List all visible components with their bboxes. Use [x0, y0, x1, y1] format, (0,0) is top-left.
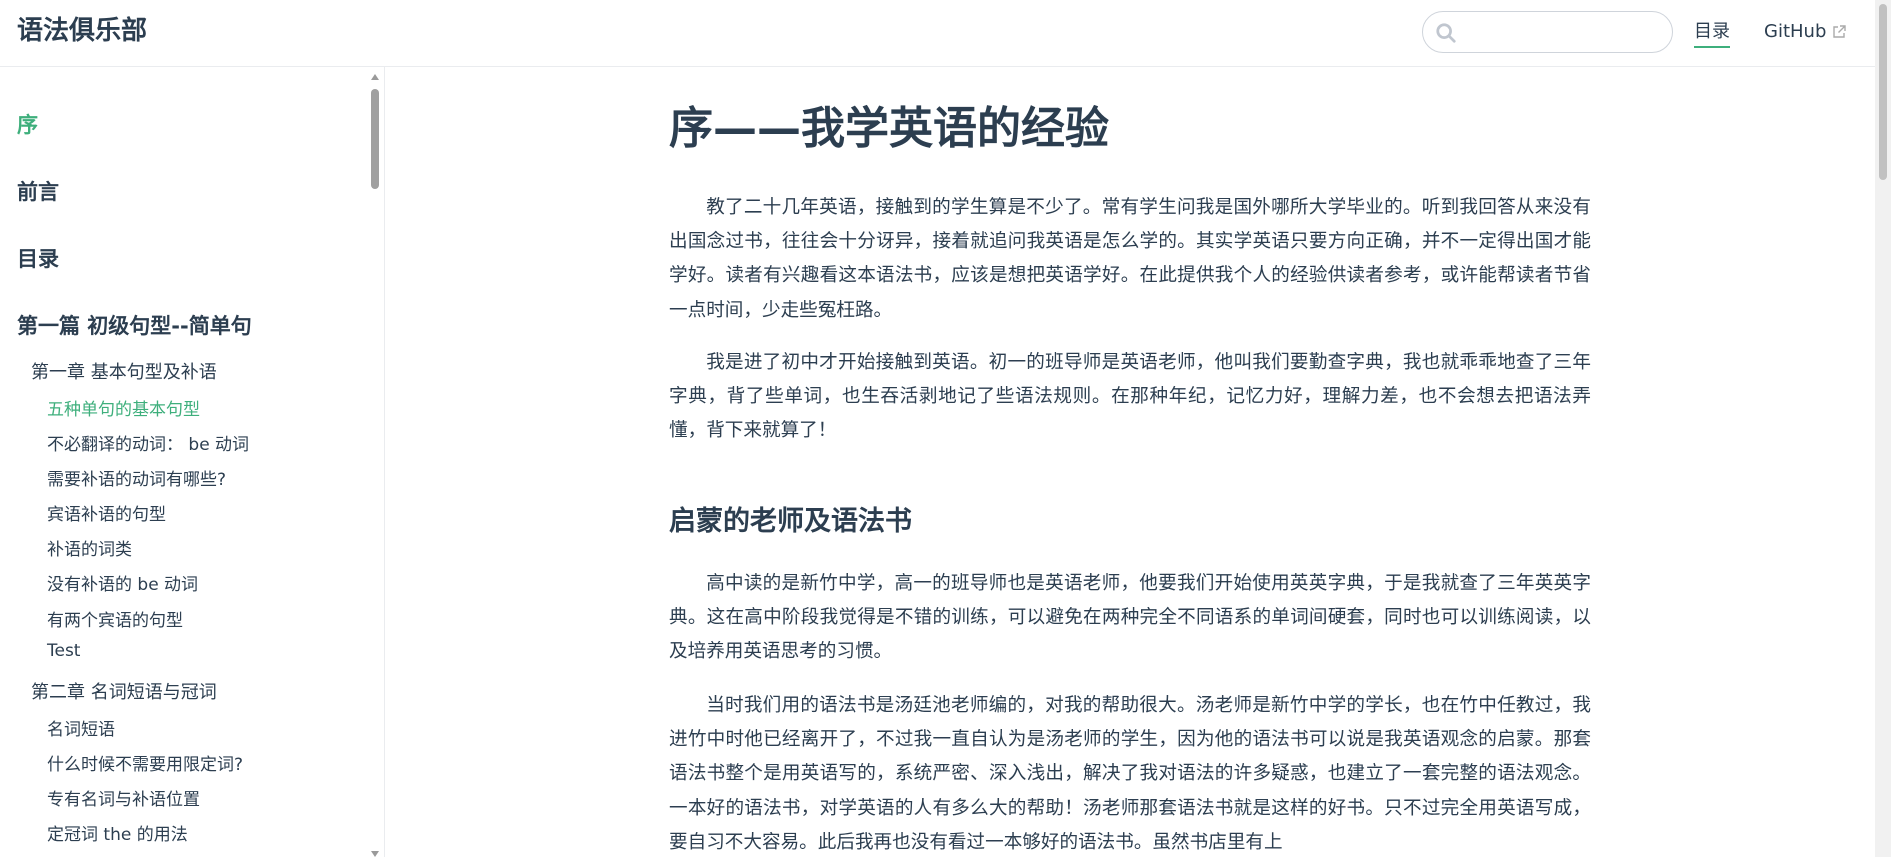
main-content: 序——我学英语的经验 教了二十几年英语，接触到的学生算是不少了。常有学生问我是国… [669, 67, 1591, 857]
nav-link-github[interactable]: GitHub [1764, 20, 1847, 44]
site-name-link[interactable]: 语法俱乐部 [17, 14, 147, 48]
sidebar-subitem[interactable]: 不必翻译的动词： be 动词 [47, 430, 249, 455]
nav-link-github-label: GitHub [1764, 21, 1827, 42]
sidebar-chapter-1[interactable]: 第一章 基本句型及补语 [31, 358, 217, 384]
sidebar-item-foreword[interactable]: 前言 [17, 176, 59, 206]
sidebar-scrollbar-thumb[interactable] [371, 89, 379, 189]
page-title: 序——我学英语的经验 [669, 103, 1109, 154]
sidebar-subitem[interactable]: 补语的词类 [47, 535, 132, 560]
sidebar-subitem[interactable]: 五种单句的基本句型 [47, 395, 200, 420]
page-scrollbar[interactable] [1875, 0, 1891, 857]
page-scrollbar-thumb[interactable] [1879, 4, 1887, 180]
navbar: 语法俱乐部 目录 GitHub [0, 0, 1875, 67]
sidebar-item-contents[interactable]: 目录 [17, 243, 59, 273]
sidebar-subitem[interactable]: 什么时候不需要用限定词? [47, 750, 243, 775]
paragraph: 高中读的是新竹中学，高一的班导师也是英语老师，他要我们开始使用英英字典，于是我就… [669, 573, 1591, 663]
scroll-down-arrow-icon[interactable] [371, 851, 379, 857]
search-icon [1436, 23, 1456, 43]
nav-link-toc[interactable]: 目录 [1694, 20, 1730, 48]
sidebar-item-preface[interactable]: 序 [17, 109, 38, 139]
external-link-icon [1833, 25, 1847, 38]
sidebar-subitem[interactable]: 没有补语的 be 动词 [47, 570, 198, 595]
sidebar: 序 前言 目录 第一篇 初级句型--简单句 第一章 基本句型及补语 五种单句的基… [0, 67, 385, 857]
paragraph: 我是进了初中才开始接触到英语。初一的班导师是英语老师，他叫我们要勤查字典，我也就… [669, 352, 1591, 442]
search-box[interactable] [1422, 11, 1673, 53]
sidebar-subitem[interactable]: 有两个宾语的句型 [47, 606, 183, 631]
sidebar-subitem[interactable]: 定冠词 the 的用法 [47, 820, 188, 845]
search-input[interactable] [1465, 18, 1663, 46]
sidebar-subitem[interactable]: Test [47, 641, 80, 661]
paragraph: 当时我们用的语法书是汤廷池老师编的，对我的帮助很大。汤老师是新竹中学的学长，也在… [669, 695, 1591, 853]
paragraph: 教了二十几年英语，接触到的学生算是不少了。常有学生问我是国外哪所大学毕业的。听到… [669, 197, 1591, 321]
sidebar-subitem[interactable]: 专有名词与补语位置 [47, 785, 200, 810]
scroll-up-arrow-icon[interactable] [371, 74, 379, 80]
sidebar-item-part-one[interactable]: 第一篇 初级句型--简单句 [17, 310, 252, 340]
sidebar-scrollbar[interactable] [369, 67, 381, 857]
sidebar-subitem[interactable]: 需要补语的动词有哪些? [47, 465, 226, 490]
sidebar-subitem[interactable]: 名词短语 [47, 715, 115, 740]
sidebar-chapter-2[interactable]: 第二章 名词短语与冠词 [31, 678, 217, 704]
sidebar-subitem[interactable]: 宾语补语的句型 [47, 500, 166, 525]
section-heading: 启蒙的老师及语法书 [669, 506, 912, 537]
